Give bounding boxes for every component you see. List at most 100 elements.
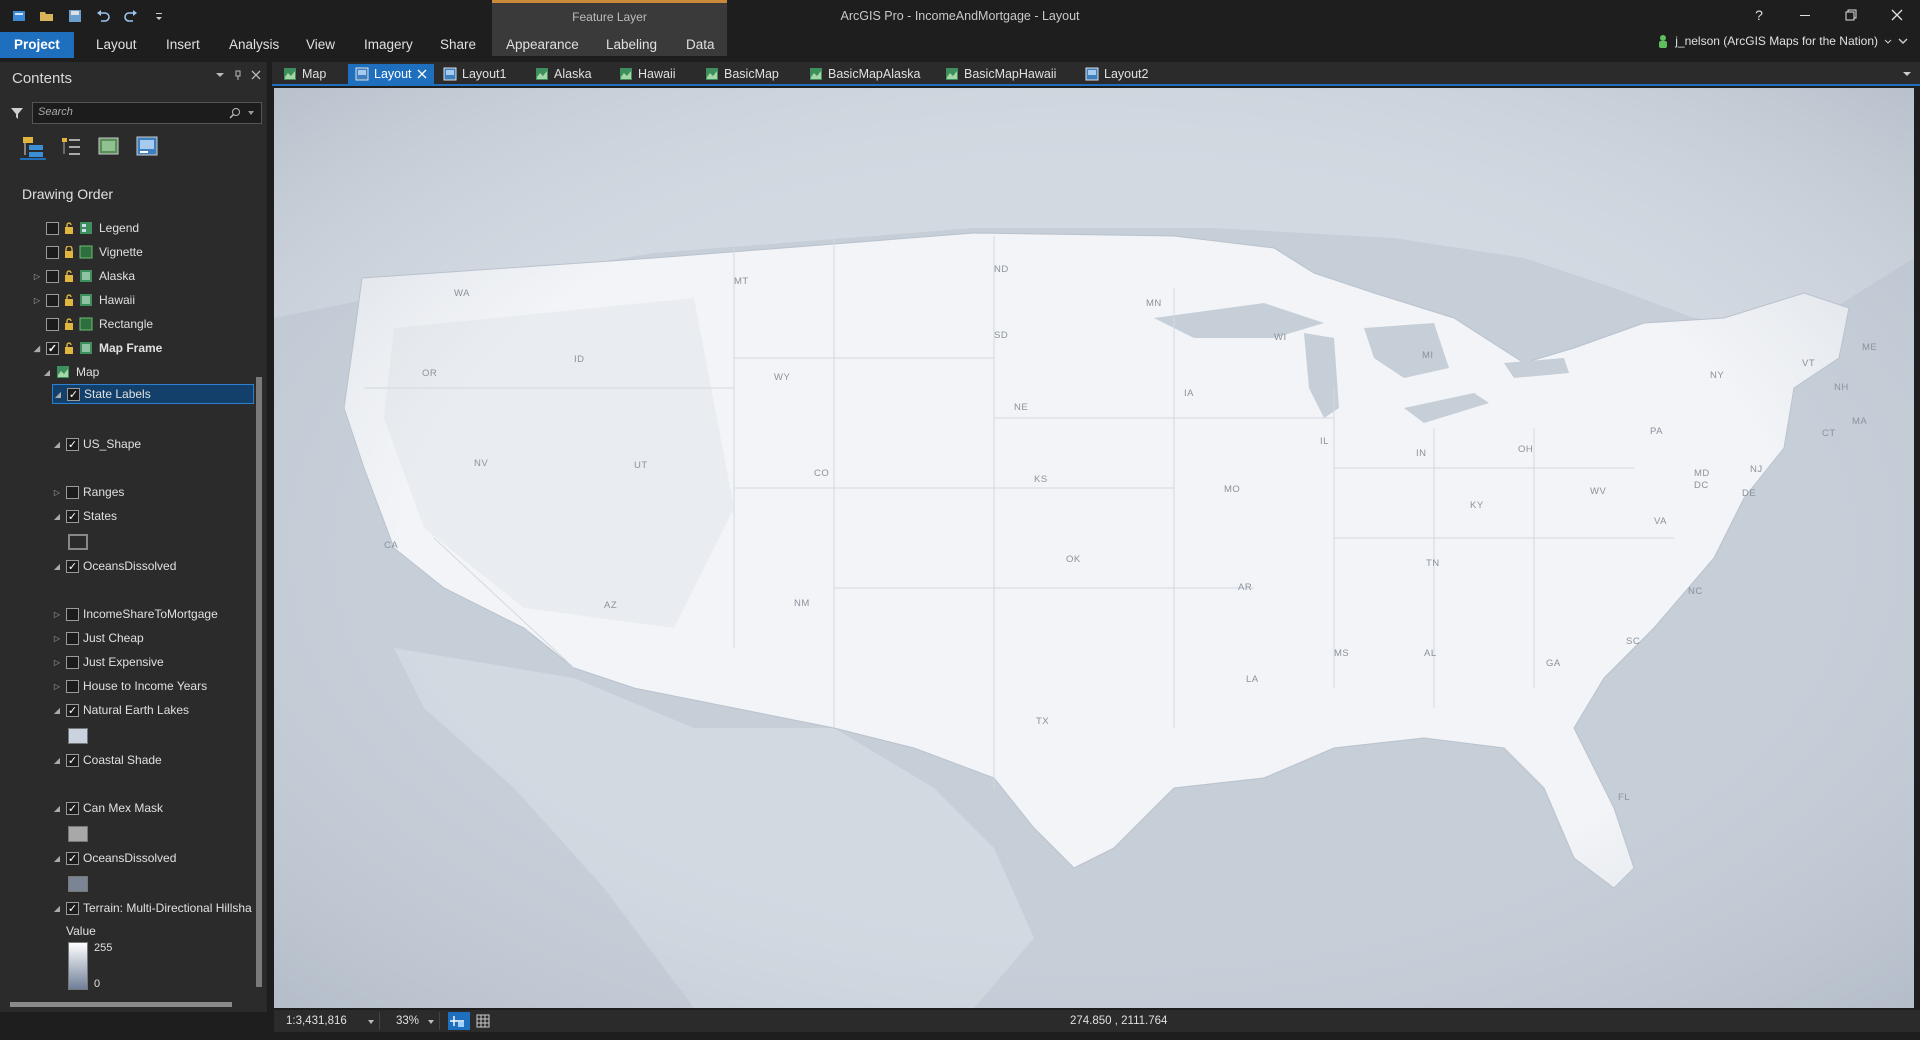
visibility-checkbox[interactable] — [46, 317, 59, 331]
visibility-checkbox[interactable]: ✓ — [66, 437, 79, 451]
tab-insert[interactable]: Insert — [152, 32, 214, 58]
user-account[interactable]: j_nelson (ArcGIS Maps for the Nation) — [1657, 34, 1908, 48]
layer-row-vignette[interactable]: Vignette — [32, 242, 143, 262]
contents-horizontal-scrollbar[interactable] — [8, 1000, 254, 1008]
visibility-checkbox[interactable]: ✓ — [66, 801, 79, 815]
collapse-arrow-icon[interactable]: ◢ — [52, 440, 62, 449]
mask-symbol-swatch[interactable] — [68, 826, 88, 842]
unlock-icon[interactable] — [63, 318, 75, 330]
layer-row-natural-earth-lakes[interactable]: ◢ ✓ Natural Earth Lakes — [52, 700, 189, 720]
collapse-arrow-icon[interactable]: ◢ — [52, 904, 62, 913]
unlock-icon[interactable] — [63, 270, 75, 282]
expand-arrow-icon[interactable]: ▷ — [32, 296, 42, 305]
tab-project[interactable]: Project — [0, 32, 74, 58]
visibility-checkbox[interactable]: ✓ — [66, 753, 79, 767]
layer-row-just-cheap[interactable]: ▷ Just Cheap — [52, 628, 144, 648]
collapse-arrow-icon[interactable]: ◢ — [52, 756, 62, 765]
layer-row-oceans-dissolved-2[interactable]: ◢ ✓ OceansDissolved — [52, 848, 176, 868]
filter-icon[interactable] — [10, 106, 24, 120]
search-input[interactable]: Search — [32, 102, 262, 124]
ribbon-collapse-icon[interactable] — [1898, 36, 1908, 46]
layer-row-income-share[interactable]: ▷ IncomeShareToMortgage — [52, 604, 218, 624]
expand-arrow-icon[interactable]: ▷ — [52, 682, 62, 691]
raster-ramp-swatch[interactable] — [68, 942, 88, 990]
collapse-arrow-icon[interactable]: ◢ — [42, 368, 52, 377]
snapping-toggle[interactable] — [448, 1012, 470, 1030]
layer-row-terrain[interactable]: ◢ ✓ Terrain: Multi-Directional Hillsha — [52, 898, 254, 918]
new-project-icon[interactable] — [8, 6, 30, 26]
open-project-icon[interactable] — [36, 6, 58, 26]
drawing-order-icon[interactable] — [20, 134, 46, 160]
scrollbar-thumb[interactable] — [256, 377, 262, 987]
customize-qat-icon[interactable] — [148, 6, 170, 26]
view-tab-layout2[interactable]: Layout2 — [1078, 64, 1155, 84]
layer-row-ranges[interactable]: ▷ Ranges — [52, 482, 124, 502]
visibility-checkbox[interactable]: ✓ — [46, 341, 59, 355]
visibility-checkbox[interactable] — [46, 269, 59, 283]
tab-share[interactable]: Share — [426, 32, 490, 58]
collapse-arrow-icon[interactable]: ◢ — [32, 344, 42, 353]
lakes-symbol-swatch[interactable] — [68, 728, 88, 744]
view-tab-alaska[interactable]: Alaska — [528, 64, 599, 84]
layer-row-states[interactable]: ◢ ✓ States — [52, 506, 117, 526]
visibility-checkbox[interactable] — [66, 655, 79, 669]
view-tab-layout[interactable]: Layout — [348, 64, 434, 84]
layer-row-rectangle[interactable]: Rectangle — [32, 314, 153, 334]
tab-data[interactable]: Data — [672, 32, 729, 58]
tab-layout[interactable]: Layout — [82, 32, 151, 58]
visibility-checkbox[interactable]: ✓ — [66, 851, 79, 865]
layer-row-state-labels[interactable]: ◢ ✓ State Labels — [52, 384, 254, 404]
layer-row-map-frame[interactable]: ◢ ✓ Map Frame — [32, 338, 162, 358]
visibility-checkbox[interactable] — [66, 631, 79, 645]
collapse-arrow-icon[interactable]: ◢ — [52, 706, 62, 715]
chevron-down-icon[interactable] — [247, 109, 255, 117]
lock-icon[interactable] — [63, 246, 75, 258]
ocean-symbol-swatch[interactable] — [68, 876, 88, 892]
states-symbol-swatch[interactable] — [68, 534, 88, 550]
unlock-icon[interactable] — [63, 222, 75, 234]
visibility-checkbox[interactable]: ✓ — [66, 901, 79, 915]
visibility-checkbox[interactable] — [46, 245, 59, 259]
tab-analysis[interactable]: Analysis — [215, 32, 293, 58]
grid-toggle[interactable] — [472, 1012, 494, 1030]
close-window-button[interactable] — [1874, 0, 1920, 30]
visibility-checkbox[interactable] — [46, 221, 59, 235]
collapse-arrow-icon[interactable]: ◢ — [52, 854, 62, 863]
data-source-icon[interactable] — [96, 134, 122, 160]
layer-row-just-expensive[interactable]: ▷ Just Expensive — [52, 652, 164, 672]
unlock-icon[interactable] — [63, 342, 75, 354]
layer-row-can-mex-mask[interactable]: ◢ ✓ Can Mex Mask — [52, 798, 163, 818]
layer-row-alaska[interactable]: ▷ Alaska — [32, 266, 135, 286]
visibility-checkbox[interactable] — [46, 293, 59, 307]
undo-icon[interactable] — [92, 6, 114, 26]
pane-menu-icon[interactable] — [215, 70, 225, 80]
contents-vertical-scrollbar[interactable] — [254, 207, 264, 997]
layer-row-us-shape[interactable]: ◢ ✓ US_Shape — [52, 434, 141, 454]
view-tab-map[interactable]: Map — [276, 64, 333, 84]
layer-row-hawaii[interactable]: ▷ Hawaii — [32, 290, 135, 310]
selection-list-icon[interactable] — [58, 134, 84, 160]
tab-labeling[interactable]: Labeling — [592, 32, 671, 58]
tab-overflow-icon[interactable] — [1902, 69, 1912, 79]
visibility-checkbox[interactable]: ✓ — [66, 559, 79, 573]
minimize-button[interactable] — [1782, 0, 1828, 30]
view-tab-layout1[interactable]: Layout1 — [436, 64, 513, 84]
tab-appearance[interactable]: Appearance — [492, 32, 593, 58]
layer-row-house-to-income[interactable]: ▷ House to Income Years — [52, 676, 207, 696]
layer-row-map[interactable]: ◢ Map — [42, 362, 99, 382]
restore-button[interactable] — [1828, 0, 1874, 30]
layer-row-coastal-shade[interactable]: ◢ ✓ Coastal Shade — [52, 750, 162, 770]
scrollbar-thumb[interactable] — [10, 1002, 232, 1007]
collapse-arrow-icon[interactable]: ◢ — [52, 562, 62, 571]
visibility-checkbox[interactable]: ✓ — [66, 703, 79, 717]
expand-arrow-icon[interactable]: ▷ — [52, 488, 62, 497]
unlock-icon[interactable] — [63, 294, 75, 306]
collapse-arrow-icon[interactable]: ◢ — [53, 390, 63, 399]
view-tab-basicmaphawaii[interactable]: BasicMapHawaii — [938, 64, 1063, 84]
scale-selector[interactable]: 1:3,431,816 — [280, 1012, 380, 1030]
collapse-arrow-icon[interactable]: ◢ — [52, 804, 62, 813]
visibility-checkbox[interactable]: ✓ — [67, 387, 80, 401]
expand-arrow-icon[interactable]: ▷ — [52, 610, 62, 619]
layer-row-oceans-dissolved[interactable]: ◢ ✓ OceansDissolved — [52, 556, 176, 576]
close-tab-icon[interactable] — [417, 69, 427, 79]
